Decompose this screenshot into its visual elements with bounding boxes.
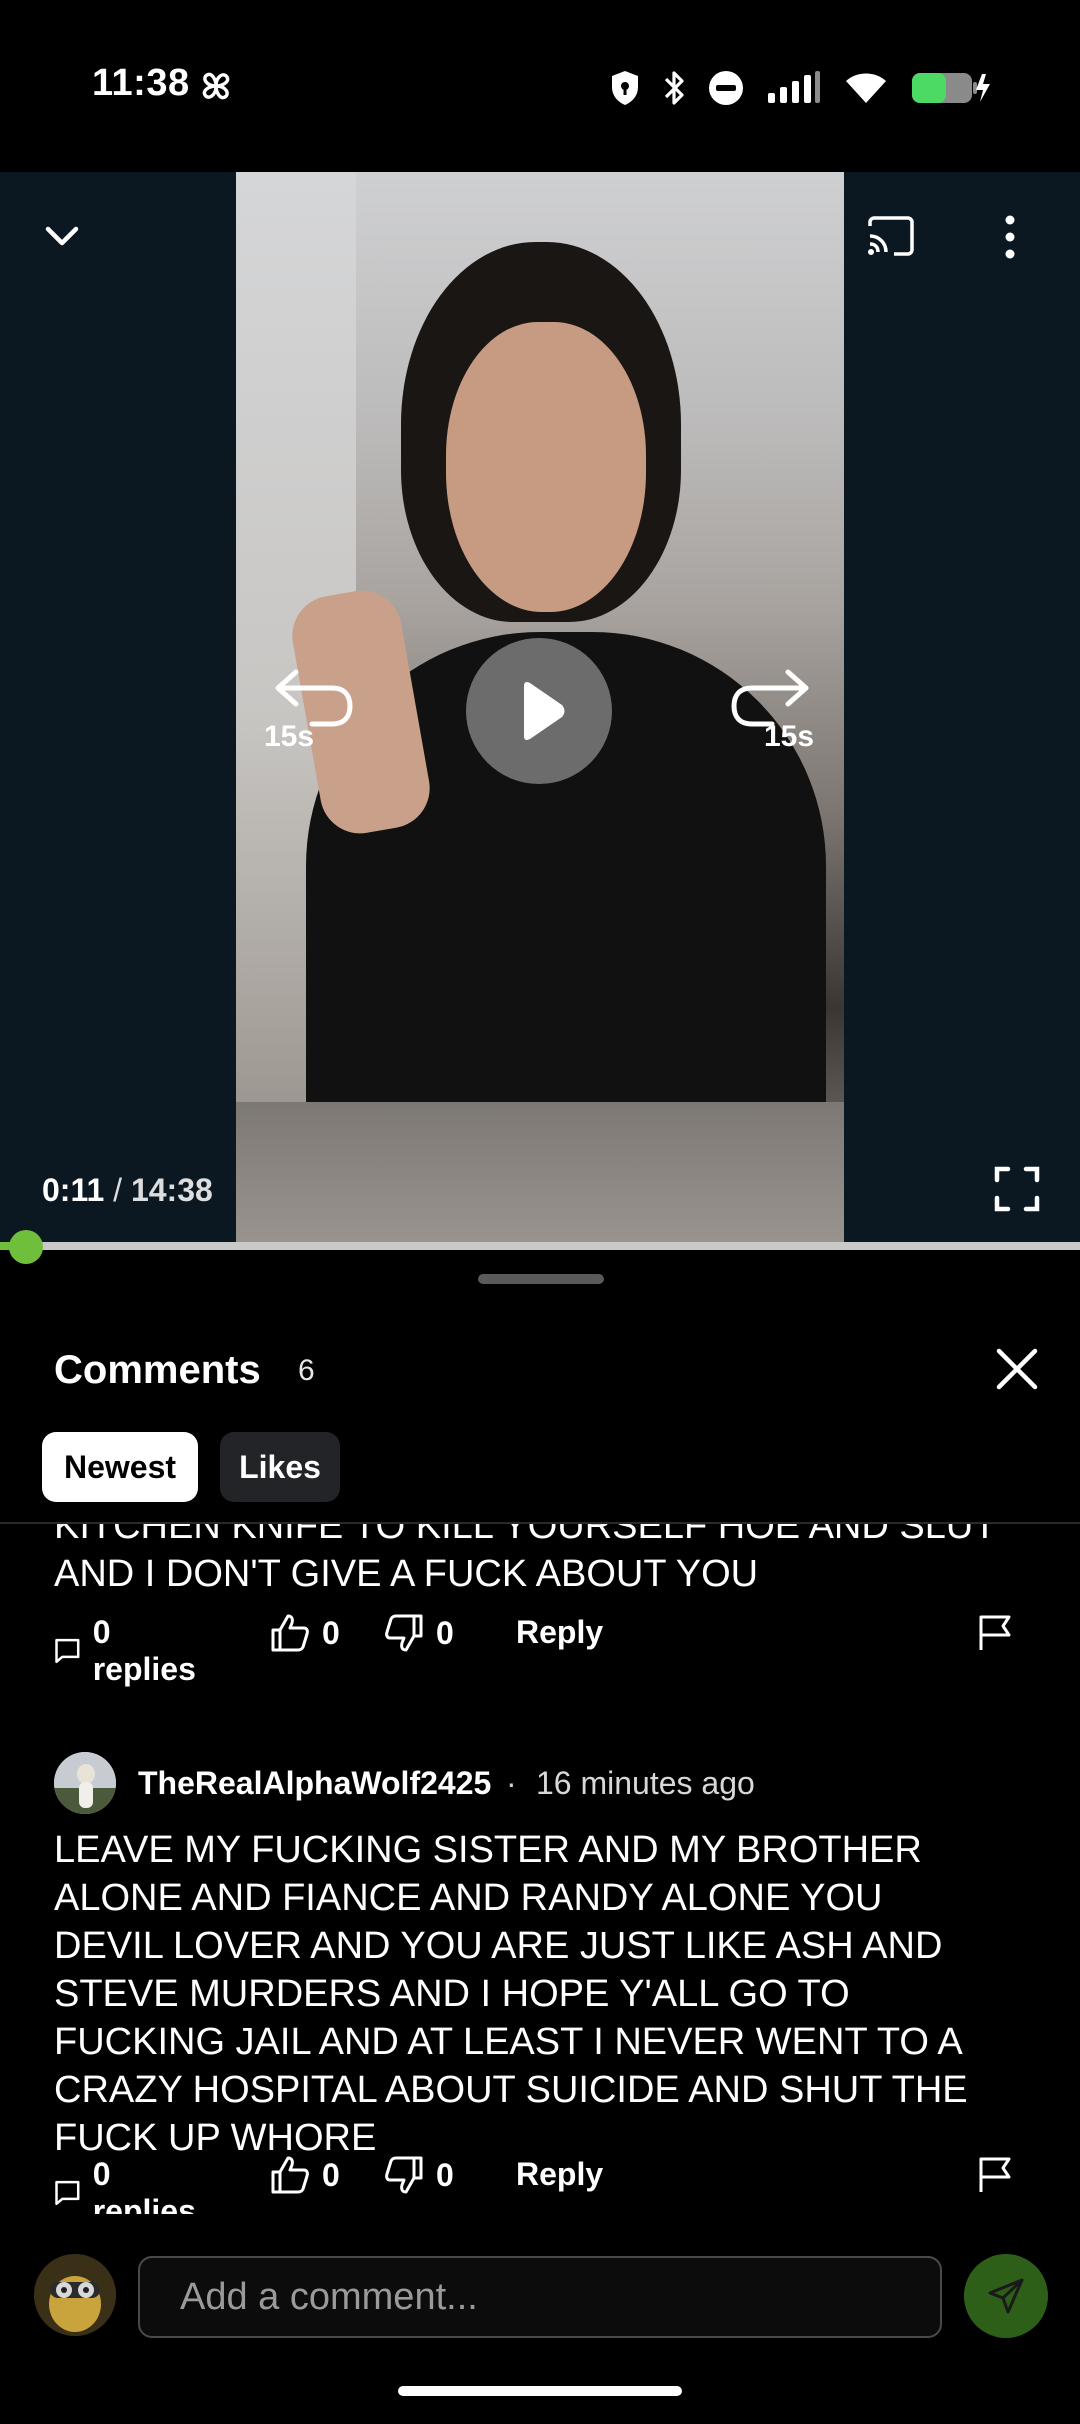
seek-bar-handle[interactable] xyxy=(9,1230,44,1264)
comments-title: Comments xyxy=(54,1348,261,1392)
comments-count: 6 xyxy=(298,1354,315,1387)
avatar[interactable] xyxy=(54,1752,116,1814)
comment-text-line: DEVIL LOVER AND YOU ARE JUST LIKE ASH AN… xyxy=(54,1925,943,1967)
seek-bar[interactable] xyxy=(0,1242,1080,1250)
comment-timestamp: 16 minutes ago xyxy=(536,1765,755,1801)
replies-count: 0 replies xyxy=(92,1614,196,1687)
signal-icon xyxy=(768,71,820,103)
chevron-down-icon[interactable] xyxy=(40,214,84,258)
thumbs-down-icon xyxy=(385,1614,423,1652)
comment-text-line: FUCKING JAIL AND AT LEAST I NEVER WENT T… xyxy=(54,2021,963,2063)
pinwheel-icon xyxy=(202,72,230,100)
dislike-button[interactable]: 0 xyxy=(384,1614,454,1652)
send-icon xyxy=(988,2278,1024,2314)
fullscreen-icon[interactable] xyxy=(994,1166,1040,1212)
status-bar: 11:38 xyxy=(0,0,1080,172)
time-separator: / xyxy=(113,1172,123,1208)
dislike-button[interactable]: 0 xyxy=(384,2156,454,2194)
thumbs-down-icon xyxy=(385,2156,423,2194)
user-avatar[interactable] xyxy=(34,2254,116,2336)
home-indicator[interactable] xyxy=(398,2386,682,2396)
comment-bubble-icon xyxy=(55,2180,80,2206)
cast-icon[interactable] xyxy=(866,214,916,258)
replies-button[interactable]: 0 replies xyxy=(54,2156,201,2214)
do-not-disturb-icon xyxy=(709,71,743,105)
comment-list[interactable]: KITCHEN KNIFE TO KILL YOURSELF HOE AND S… xyxy=(0,1524,1080,2214)
like-count: 0 xyxy=(322,1614,340,1651)
comment-text-line: ALONE AND FIANCE AND RANDY ALONE YOU xyxy=(54,1877,883,1919)
comment-author[interactable]: TheRealAlphaWolf2425 xyxy=(138,1752,491,1814)
replies-button[interactable]: 0 replies xyxy=(54,1614,201,1688)
flag-icon[interactable] xyxy=(978,1614,1012,1652)
flag-icon[interactable] xyxy=(978,2156,1012,2194)
comment-text-line: KITCHEN KNIFE TO KILL YOURSELF HOE AND S… xyxy=(54,1524,997,1547)
filter-newest[interactable]: Newest xyxy=(42,1432,198,1502)
vpn-shield-icon xyxy=(612,71,638,105)
play-icon xyxy=(524,682,565,740)
close-icon[interactable] xyxy=(994,1346,1040,1392)
comment-text-line: AND I DON'T GIVE A FUCK ABOUT YOU xyxy=(54,1553,759,1595)
comment-bubble-icon xyxy=(55,1638,80,1664)
comment-text: KITCHEN KNIFE TO KILL YOURSELF HOE AND S… xyxy=(54,1524,1034,1598)
rewind-label: 15s xyxy=(264,720,315,753)
send-button[interactable] xyxy=(964,2254,1048,2338)
status-time: 11:38 xyxy=(92,62,190,104)
battery-charging-icon xyxy=(912,73,990,103)
more-vert-icon[interactable] xyxy=(1000,212,1020,262)
video-player[interactable]: 15s 15s 0:11 / 14:38 xyxy=(0,172,1080,1244)
time-readout: 0:11 / 14:38 xyxy=(42,1172,213,1209)
sheet-drag-handle[interactable] xyxy=(478,1274,604,1284)
current-time: 0:11 xyxy=(42,1172,105,1208)
like-count: 0 xyxy=(322,2156,340,2193)
reply-button[interactable]: Reply xyxy=(516,2156,603,2193)
user-avatar-image xyxy=(34,2254,116,2336)
thumbs-up-icon xyxy=(271,2156,309,2194)
comment-text-line: CRAZY HOSPITAL ABOUT SUICIDE AND SHUT TH… xyxy=(54,2069,968,2111)
forward-15-button[interactable]: 15s xyxy=(722,666,822,762)
rewind-15-button[interactable]: 15s xyxy=(262,666,362,762)
comment-text: LEAVE MY FUCKING SISTER AND MY BROTHER A… xyxy=(54,1826,1034,2162)
comment-text-line: LEAVE MY FUCKING SISTER AND MY BROTHER xyxy=(54,1829,922,1871)
duration: 14:38 xyxy=(130,1172,213,1208)
play-button[interactable] xyxy=(466,638,612,784)
reply-button[interactable]: Reply xyxy=(516,1614,603,1651)
thumbs-up-icon xyxy=(271,1614,309,1652)
forward-label: 15s xyxy=(764,720,815,753)
comment-text-line: FUCK UP WHORE xyxy=(54,2117,377,2159)
wifi-icon xyxy=(846,73,886,103)
replies-count: 0 replies xyxy=(92,2156,196,2214)
like-button[interactable]: 0 xyxy=(270,2156,340,2194)
meta-separator: · xyxy=(506,1765,517,1801)
comment-input[interactable] xyxy=(138,2256,942,2338)
avatar-image xyxy=(54,1752,116,1814)
comment-text-line: STEVE MURDERS AND I HOPE Y'ALL GO TO xyxy=(54,1973,850,2015)
dislike-count: 0 xyxy=(436,2156,454,2193)
bluetooth-icon xyxy=(664,71,684,105)
status-icons xyxy=(610,66,992,110)
like-button[interactable]: 0 xyxy=(270,1614,340,1652)
dislike-count: 0 xyxy=(436,1614,454,1651)
filter-likes[interactable]: Likes xyxy=(220,1432,340,1502)
